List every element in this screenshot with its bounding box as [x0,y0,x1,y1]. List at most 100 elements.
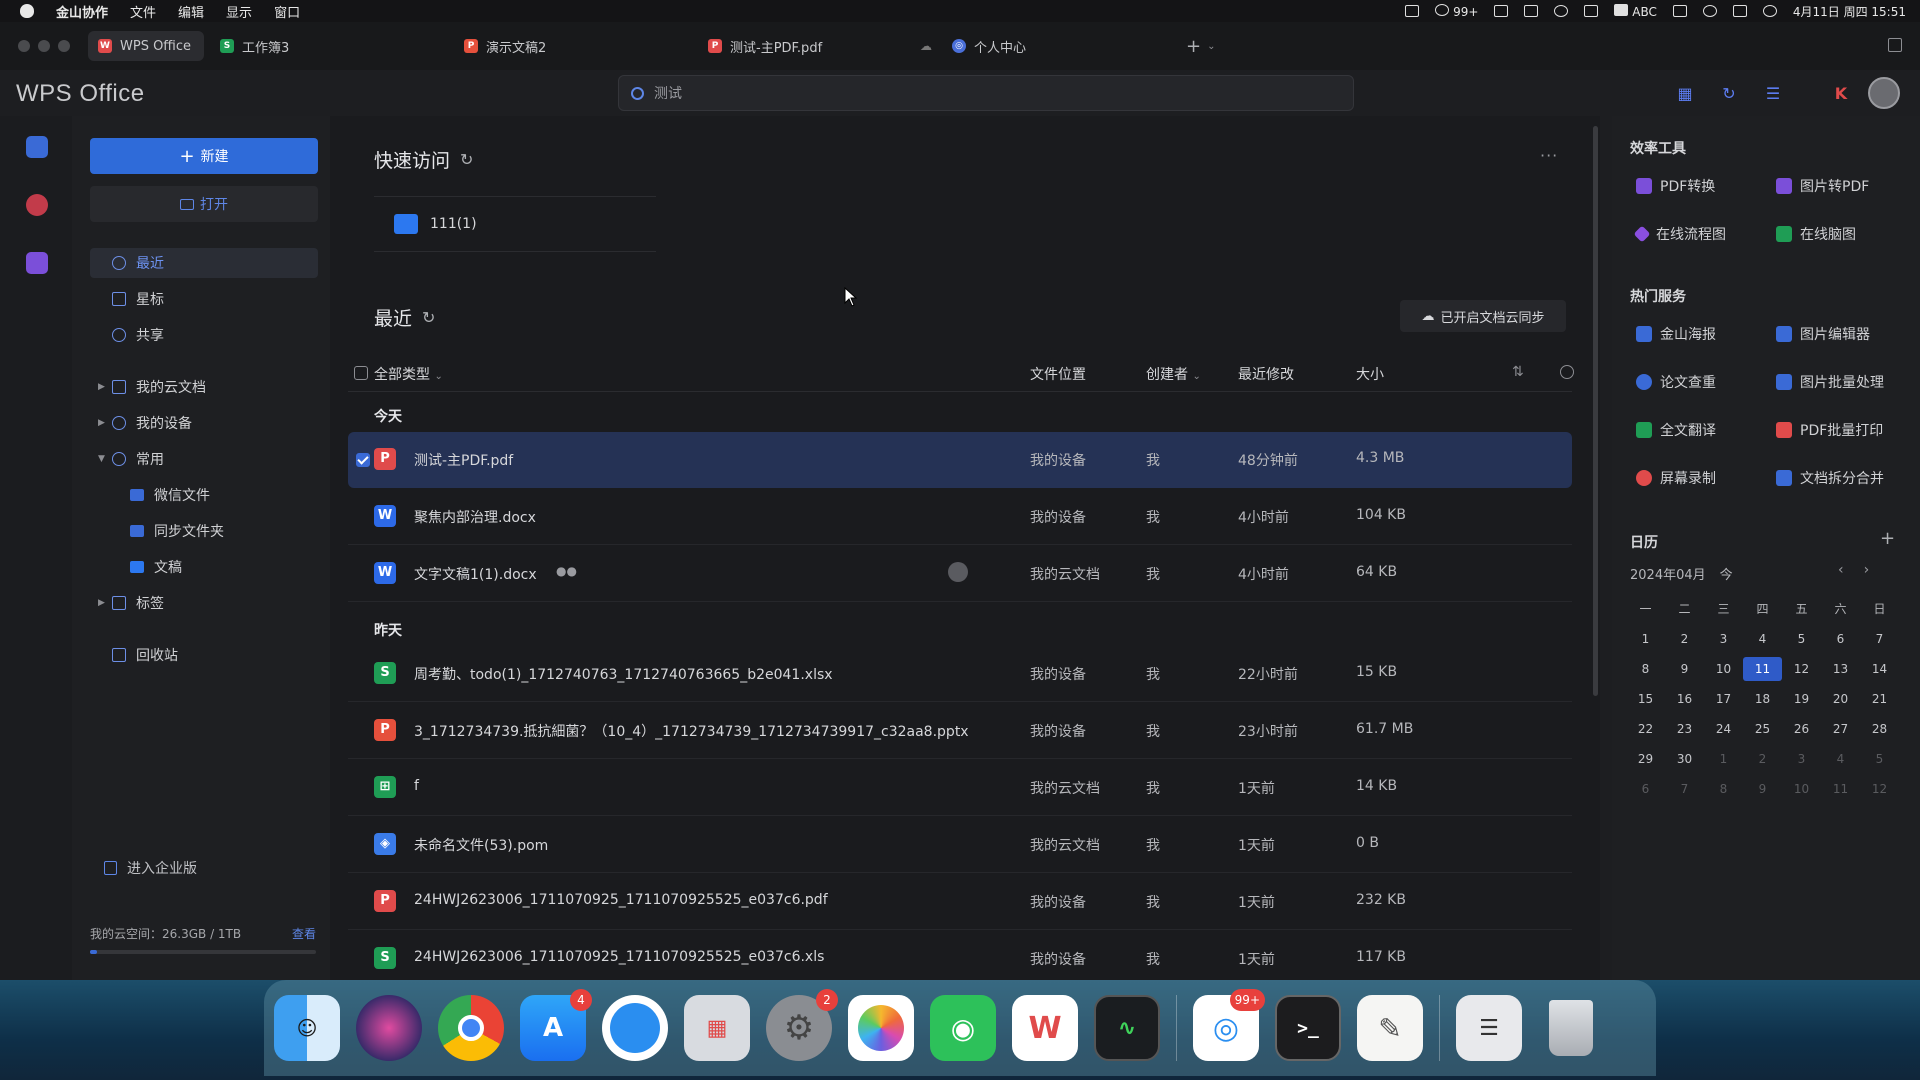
dock-terminal[interactable]: >_ [1275,995,1341,1061]
dock-wechat[interactable]: ◉ [930,995,996,1061]
menu-edit[interactable]: 编辑 [178,2,204,21]
tool-pdf-convert[interactable]: PDF转换 [1636,176,1715,196]
dock-photos[interactable] [848,995,914,1061]
calendar-day[interactable]: 27 [1821,717,1860,741]
minimize-window-button[interactable] [38,40,50,52]
today-button[interactable]: 今 [1720,564,1733,583]
airplay-icon[interactable] [1672,5,1687,17]
main-scrollbar[interactable] [1593,126,1598,696]
cloud-sync-button[interactable]: ☁ 已开启文档云同步 [1400,300,1566,332]
calendar-day-next-month[interactable]: 8 [1704,777,1743,801]
search-box[interactable] [618,75,1354,111]
calendar-day[interactable]: 1 [1626,627,1665,651]
dock-chrome[interactable] [438,995,504,1061]
bluetooth-icon[interactable] [1524,5,1539,17]
dock-finder[interactable]: ☺ [274,995,340,1061]
tool-image-to-pdf[interactable]: 图片转PDF [1776,176,1869,196]
table-row[interactable]: P 3_1712734739.抵抗細菌？（10_4）_1712734739_17… [348,703,1572,759]
pdf-tool-icon[interactable] [26,194,48,216]
modified-header[interactable]: 最近修改 [1238,364,1294,384]
open-button[interactable]: 打开 [90,186,318,222]
menu-window[interactable]: 窗口 [274,2,300,21]
calendar-day[interactable]: 6 [1821,627,1860,651]
menu-clock[interactable]: 4月11日 周四 15:51 [1793,3,1906,20]
dock-qq[interactable]: ◎ 99+ [1193,989,1265,1061]
chevron-left-icon[interactable]: ‹ [1838,562,1844,578]
tool-mindmap[interactable]: 在线脑图 [1776,224,1856,244]
chevron-right-icon[interactable]: ▶ [98,382,105,392]
calendar-day-next-month[interactable]: 10 [1782,777,1821,801]
table-row[interactable]: S 周考勤、todo(1)_1712740763_1712740763665_b… [348,646,1572,702]
chevron-right-icon[interactable]: ▶ [98,418,105,428]
calendar-day[interactable]: 17 [1704,687,1743,711]
calendar-day-next-month[interactable]: 4 [1821,747,1860,771]
info-icon[interactable] [1560,365,1574,379]
service-screen-record[interactable]: 屏幕录制 [1636,468,1716,488]
refresh-icon[interactable]: ↻ [422,308,435,327]
table-row[interactable]: W 聚焦内部治理.docx 我的设备 我 4小时前 104 KB [348,489,1572,545]
user-icon[interactable] [1554,5,1569,17]
new-button[interactable]: + 新建 [90,138,318,174]
sidebar-item-cloud-docs[interactable]: ▶ 我的云文档 [90,372,318,402]
sync-icon[interactable]: ↻ [1718,82,1740,104]
apple-icon[interactable] [20,4,34,18]
input-method[interactable]: ABC [1614,3,1657,19]
chevron-right-icon[interactable]: ▶ [98,598,105,608]
storage-view-link[interactable]: 查看 [292,925,316,942]
table-row[interactable]: P 测试-主PDF.pdf 我的设备 我 48分钟前 4.3 MB [348,432,1572,488]
menu-list-icon[interactable]: ☰ [1762,82,1784,104]
calendar-day[interactable]: 19 [1782,687,1821,711]
search-input[interactable] [652,84,1252,102]
calendar-day-next-month[interactable]: 12 [1860,777,1899,801]
type-filter[interactable]: 全部类型 ⌄ [374,364,443,384]
row-checkbox[interactable] [356,453,370,467]
dock-safari[interactable] [602,995,668,1061]
table-row[interactable]: S 24HWJ2623006_1711070925_1711070925525_… [348,931,1572,987]
chevron-right-icon[interactable]: › [1864,562,1870,578]
apps-icon[interactable] [26,252,48,274]
service-plagiarism[interactable]: 论文查重 [1636,372,1716,392]
control-center-icon[interactable] [1732,5,1747,17]
calendar-day[interactable]: 18 [1743,687,1782,711]
calendar-day[interactable]: 30 [1665,747,1704,771]
calendar-day[interactable]: 14 [1860,657,1899,681]
calendar-day[interactable]: 25 [1743,717,1782,741]
calendar-day-next-month[interactable]: 2 [1743,747,1782,771]
calendar-day[interactable]: 5 [1782,627,1821,651]
calendar-day[interactable]: 10 [1704,657,1743,681]
service-batch-image[interactable]: 图片批量处理 [1776,372,1884,392]
calendar-day[interactable]: 28 [1860,717,1899,741]
siri-menu-icon[interactable] [1762,5,1777,17]
calendar-day[interactable]: 9 [1665,657,1704,681]
dock-textedit[interactable]: ✎ [1357,995,1423,1061]
documents-icon[interactable] [26,136,48,158]
dock-siri[interactable] [356,995,422,1061]
sidebar-item-documents[interactable]: 文稿 [90,552,318,582]
calendar-day-next-month[interactable]: 5 [1860,747,1899,771]
enterprise-link[interactable]: 进入企业版 [104,858,197,878]
tab-workbook3[interactable]: S 工作簿3 [210,31,454,61]
calendar-day[interactable]: 13 [1821,657,1860,681]
calendar-day[interactable]: 2 [1665,627,1704,651]
calendar-day[interactable]: 26 [1782,717,1821,741]
calendar-day[interactable]: 8 [1626,657,1665,681]
quick-access-folder[interactable]: 111(1) [374,196,656,252]
calendar-day[interactable]: 12 [1782,657,1821,681]
calendar-day[interactable]: 24 [1704,717,1743,741]
service-split-merge[interactable]: 文档拆分合并 [1776,468,1884,488]
calendar-day-next-month[interactable]: 9 [1743,777,1782,801]
service-translate[interactable]: 全文翻译 [1636,420,1716,440]
dock-finder-window[interactable]: ☰ [1456,995,1522,1061]
volume-icon[interactable] [1494,5,1509,17]
table-row[interactable]: ◈ 未命名文件(53).pom 我的云文档 我 1天前 0 B [348,817,1572,873]
calendar-day[interactable]: 21 [1860,687,1899,711]
tool-flowchart[interactable]: 在线流程图 [1633,224,1726,244]
service-poster[interactable]: 金山海报 [1636,324,1716,344]
dock-trash[interactable] [1538,995,1604,1061]
calendar-day[interactable]: 15 [1626,687,1665,711]
calendar-day-next-month[interactable]: 11 [1821,777,1860,801]
sort-icon[interactable]: ⇅ [1512,364,1524,380]
sidebar-item-trash[interactable]: 回收站 [90,640,318,670]
sidebar-item-my-device[interactable]: ▶ 我的设备 [90,408,318,438]
calendar-day[interactable]: 16 [1665,687,1704,711]
